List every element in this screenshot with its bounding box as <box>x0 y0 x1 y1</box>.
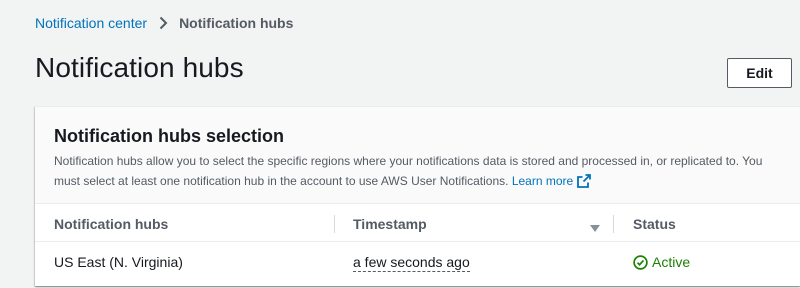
status-badge: Active <box>652 254 691 270</box>
description-text: Notification hubs allow you to select th… <box>54 154 763 188</box>
page-title: Notification hubs <box>35 52 244 83</box>
notification-hubs-panel: Notification hubs selection Notification… <box>35 106 800 286</box>
column-header-hubs[interactable]: Notification hubs <box>54 204 168 242</box>
edit-button[interactable]: Edit <box>727 58 792 88</box>
sort-down-icon[interactable] <box>590 220 600 236</box>
breadcrumb-current: Notification hubs <box>179 15 294 31</box>
hubs-table: Notification hubs Timestamp Status US Ea… <box>35 204 800 280</box>
external-link-icon[interactable] <box>577 174 592 194</box>
learn-more-link[interactable]: Learn more <box>512 174 573 188</box>
cell-hub: US East (N. Virginia) <box>54 254 183 270</box>
column-divider[interactable] <box>613 215 614 233</box>
table-row: US East (N. Virginia) a few seconds ago … <box>35 242 800 280</box>
breadcrumb-notification-center[interactable]: Notification center <box>35 15 147 31</box>
chevron-right-icon <box>159 16 168 30</box>
breadcrumb: Notification center Notification hubs <box>35 13 293 33</box>
check-circle-icon <box>633 254 648 270</box>
panel-description: Notification hubs allow you to select th… <box>54 151 781 194</box>
column-header-status[interactable]: Status <box>633 204 676 242</box>
panel-title: Notification hubs selection <box>54 126 285 146</box>
cell-status: Active <box>633 242 690 280</box>
table-header: Notification hubs Timestamp Status <box>35 204 800 242</box>
column-header-timestamp[interactable]: Timestamp <box>353 204 427 242</box>
timestamp-value[interactable]: a few seconds ago <box>353 254 470 272</box>
column-divider[interactable] <box>334 215 335 233</box>
panel-header: Notification hubs selection Notification… <box>35 107 800 204</box>
cell-timestamp: a few seconds ago <box>353 242 470 280</box>
